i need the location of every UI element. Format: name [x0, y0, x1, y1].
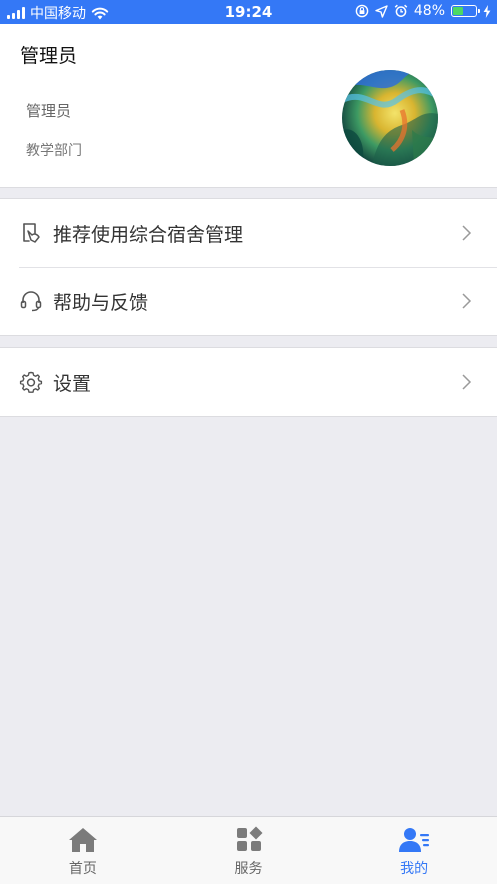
battery-icon: [451, 5, 480, 17]
profile-name: 管理员: [26, 102, 72, 120]
avatar[interactable]: [342, 70, 438, 166]
tab-mine[interactable]: 我的: [331, 817, 497, 884]
profile-card[interactable]: 管理员 管理员 教学部门: [0, 24, 497, 188]
status-right: 48%: [355, 3, 491, 19]
menu-group-main: 推荐使用综合宿舍管理 帮助与反馈: [0, 198, 497, 336]
apps-grid-icon: [236, 826, 262, 851]
status-bar: 中国移动 19:24 48%: [0, 0, 497, 24]
menu-item-recommend-label: 推荐使用综合宿舍管理: [53, 223, 244, 246]
tab-service-label: 服务: [234, 861, 263, 877]
user-profile-icon: [399, 828, 430, 852]
chevron-right-icon: [462, 225, 472, 241]
charging-icon: [483, 4, 491, 18]
profile-department: 教学部门: [26, 143, 82, 159]
gear-icon: [19, 371, 43, 393]
menu-item-settings[interactable]: 设置: [0, 348, 497, 416]
bottom-tab-bar: 首页 服务 我的: [0, 816, 497, 884]
menu-item-help-label: 帮助与反馈: [53, 291, 149, 314]
location-icon: [375, 4, 388, 18]
alarm-icon: [394, 4, 408, 17]
battery-percent: 48%: [413, 3, 445, 19]
chevron-right-icon: [462, 293, 472, 309]
menu-group-settings: 设置: [0, 347, 497, 417]
home-icon: [68, 828, 97, 852]
menu-item-recommend[interactable]: 推荐使用综合宿舍管理: [0, 199, 497, 267]
orientation-lock-icon: [355, 4, 369, 18]
tab-home[interactable]: 首页: [0, 817, 166, 884]
recommend-icon: [23, 223, 40, 243]
headset-icon: [20, 291, 42, 312]
battery-fill: [453, 7, 464, 15]
profile-title: 管理员: [20, 45, 78, 67]
tab-mine-label: 我的: [400, 861, 429, 877]
tab-service[interactable]: 服务: [166, 817, 332, 884]
menu-item-settings-label: 设置: [53, 372, 92, 395]
tab-home-label: 首页: [68, 861, 97, 877]
chevron-right-icon: [462, 374, 472, 390]
menu-item-help[interactable]: 帮助与反馈: [0, 267, 497, 335]
